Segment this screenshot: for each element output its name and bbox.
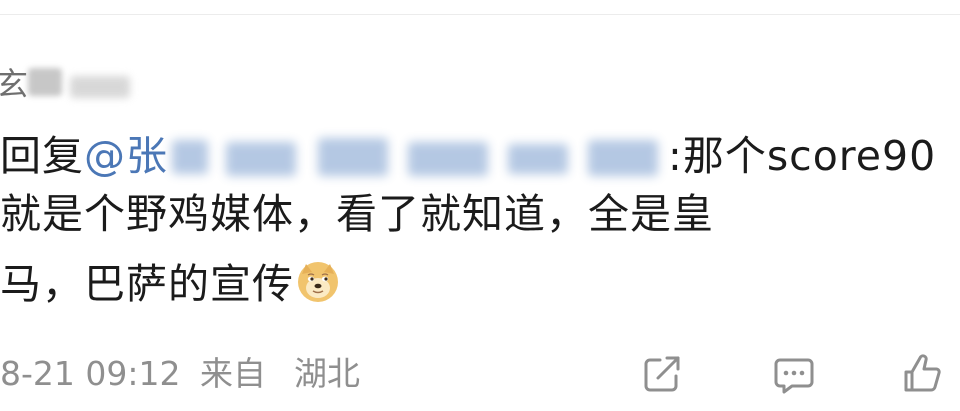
share-icon: [644, 356, 680, 392]
comment-line-3-text: 马，巴萨的宣传: [0, 260, 294, 308]
redacted-name-block: [70, 76, 130, 98]
doge-emoji-icon: [298, 262, 338, 302]
comment-line-1: 回复@张 :那个score90: [0, 128, 936, 184]
source-label: 来自: [200, 354, 266, 393]
like-icon: [904, 354, 941, 392]
comment-author[interactable]: 玄: [0, 62, 160, 106]
redacted-mention[interactable]: [168, 136, 668, 176]
author-name[interactable]: 玄: [0, 64, 28, 104]
comment-button[interactable]: [772, 352, 816, 396]
comment-meta: 8-21 09:12 来自 湖北: [0, 352, 960, 396]
share-button[interactable]: [640, 352, 684, 396]
redacted-name-block: [28, 68, 62, 96]
top-divider: [0, 14, 960, 15]
reply-text-start: :那个score90: [668, 132, 937, 180]
mention-link[interactable]: @张: [84, 132, 168, 180]
comment-line-2: 就是个野鸡媒体，看了就知道，全是皇: [0, 190, 714, 238]
comment-line-3: 马，巴萨的宣传: [0, 256, 340, 312]
like-button[interactable]: [900, 352, 944, 396]
comment-time: 8-21 09:12: [0, 354, 181, 393]
reply-prefix: 回复: [0, 132, 84, 180]
comment-icon: [774, 358, 814, 394]
comment-location: 湖北: [294, 354, 360, 393]
